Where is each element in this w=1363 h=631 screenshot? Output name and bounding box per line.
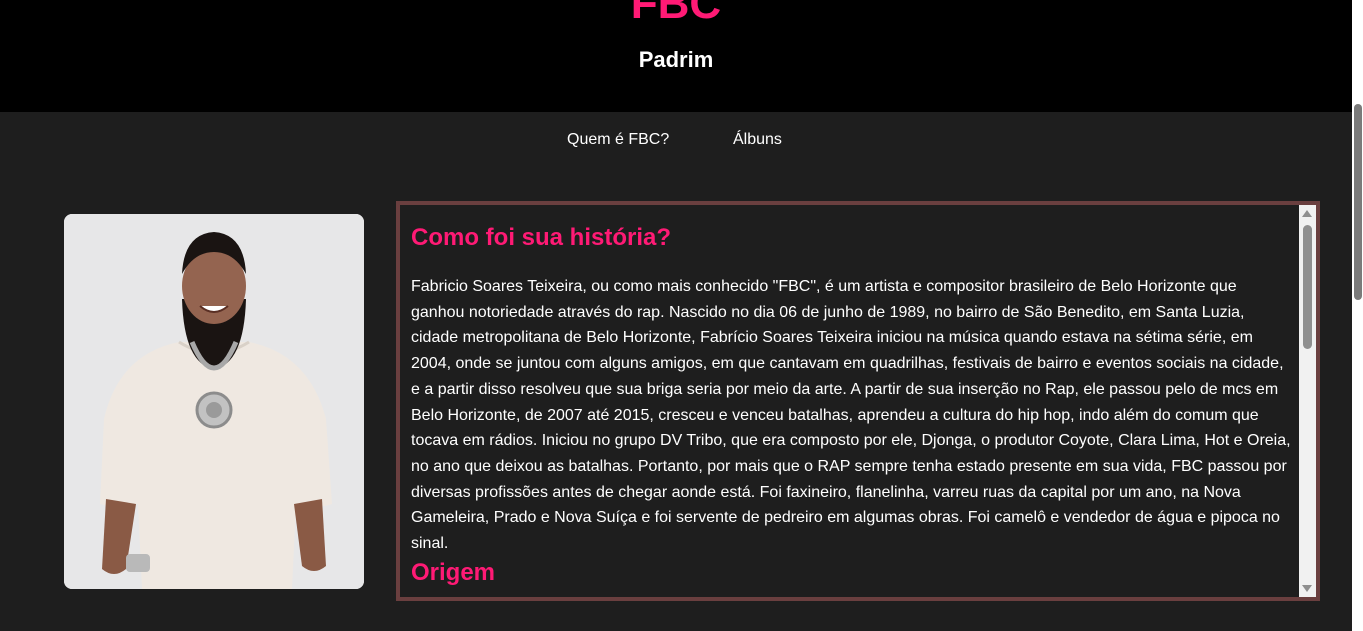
artist-photo: [64, 214, 364, 589]
brand-title: FBC: [630, 0, 722, 28]
artist-photo-illustration: [64, 214, 364, 589]
story-box[interactable]: Como foi sua história? Fabricio Soares T…: [396, 201, 1320, 601]
page-scrollbar-thumb[interactable]: [1354, 104, 1362, 300]
story-scrollbar-thumb[interactable]: [1303, 225, 1312, 349]
main-nav: Quem é FBC? Álbuns: [0, 128, 1352, 152]
origin-heading: Origem: [411, 559, 496, 586]
page-subtitle: Padrim: [638, 47, 714, 72]
page: FBC Padrim Quem é FBC? Álbuns Como foi s…: [0, 0, 1363, 631]
page-scrollbar[interactable]: [1352, 0, 1363, 631]
story-scrollbar[interactable]: [1299, 205, 1316, 597]
story-text: Fabricio Soares Teixeira, ou como mais c…: [411, 278, 1291, 553]
nav-link-albuns[interactable]: Álbuns: [733, 128, 782, 152]
site-header: FBC Padrim: [0, 0, 1352, 112]
scroll-up-arrow-icon[interactable]: [1302, 210, 1312, 217]
scroll-down-arrow-icon[interactable]: [1302, 585, 1312, 592]
story-heading: Como foi sua história?: [411, 224, 672, 251]
nav-link-quem-e-fbc[interactable]: Quem é FBC?: [567, 128, 669, 152]
